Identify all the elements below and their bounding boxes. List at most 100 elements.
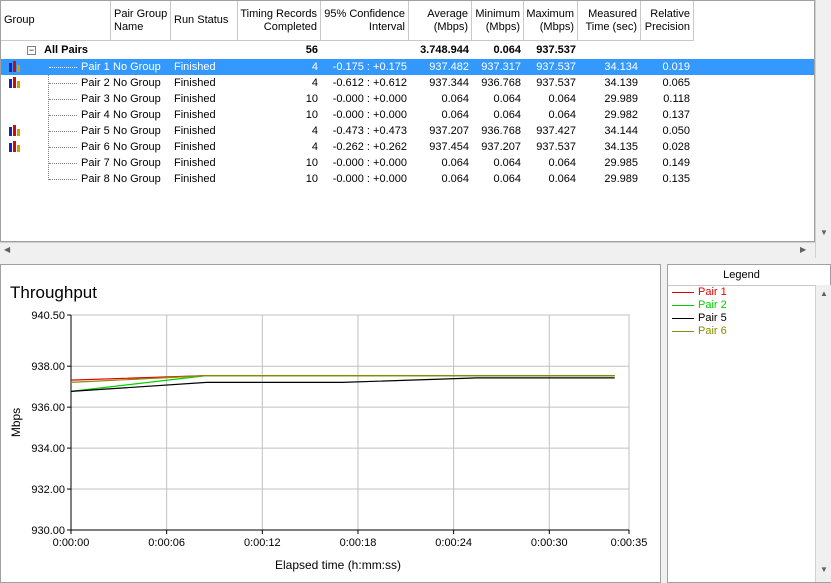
column-header-text: Relative — [650, 7, 690, 20]
cell-measured: 34.139 — [604, 77, 638, 89]
cell-pair: Pair 5 — [81, 125, 110, 137]
cell-pair: Pair 6 — [81, 141, 110, 153]
scroll-up-icon[interactable]: ▲ — [820, 289, 828, 298]
scroll-down-icon[interactable]: ▼ — [820, 565, 828, 574]
scroll-left-icon[interactable]: ◀ — [4, 245, 10, 254]
cell-maximum: 0.064 — [548, 157, 576, 169]
chart-title: Throughput — [10, 283, 97, 302]
results-horizontal-scrollbar[interactable]: ◀ ▶ — [0, 242, 815, 258]
all-pairs-row[interactable]: − All Pairs 56 3.748.944 0.064 937.537 — [1, 42, 814, 58]
chart-bar-icon — [9, 125, 21, 136]
cell-status: Finished — [174, 61, 216, 73]
column-header-pair_group[interactable]: Pair Group Name — [111, 1, 171, 41]
scroll-down-icon[interactable]: ▼ — [820, 228, 828, 237]
column-header-run_status[interactable]: Run Status — [171, 1, 238, 41]
cell-pair: Pair 3 — [81, 93, 110, 105]
results-vertical-scrollbar[interactable]: ▼ — [815, 0, 831, 258]
legend-item: Pair 1 — [672, 286, 727, 299]
y-tick-label: 934.00 — [31, 443, 65, 455]
column-header-text: Measured — [588, 7, 637, 20]
legend-label: Pair 6 — [698, 325, 727, 337]
cell-average: 0.064 — [441, 173, 469, 185]
column-header-precision[interactable]: Relative Precision — [641, 1, 694, 41]
cell-pair: Pair 7 — [81, 157, 110, 169]
column-header-text: (Mbps) — [485, 20, 520, 33]
cell-confidence: -0.000 : +0.000 — [332, 173, 407, 185]
y-tick-label: 936.00 — [31, 402, 65, 414]
column-header-text: (Mbps) — [539, 20, 574, 33]
cell-confidence: -0.000 : +0.000 — [332, 157, 407, 169]
cell-maximum: 0.064 — [548, 173, 576, 185]
pair-row[interactable]: Pair 2 No Group Finished 4 -0.612 : +0.612 93… — [1, 75, 814, 91]
column-header-timing[interactable]: Timing Records Completed — [238, 1, 321, 41]
tree-connector — [49, 147, 77, 148]
pair-row[interactable]: Pair 1 No Group Finished 4 -0.175 : +0.175 93… — [1, 59, 814, 75]
column-header-text: Timing Records — [240, 7, 317, 20]
tree-connector — [49, 163, 77, 164]
column-header-maximum[interactable]: Maximum (Mbps) — [524, 1, 578, 41]
x-tick-label: 0:00:18 — [340, 537, 377, 549]
cell-status: Finished — [174, 109, 216, 121]
scroll-right-icon[interactable]: ▶ — [800, 245, 806, 254]
chart-bar-icon — [9, 77, 21, 88]
pair-row[interactable]: Pair 7 No Group Finished 10 -0.000 : +0.000 0… — [1, 155, 814, 171]
legend-scrollbar[interactable]: ▲ ▼ — [815, 285, 831, 582]
cell-status: Finished — [174, 93, 216, 105]
cell-timing: 10 — [305, 109, 318, 121]
cell-status: Finished — [174, 173, 216, 185]
cell-timing: 4 — [311, 61, 318, 73]
column-header-confidence[interactable]: 95% Confidence Interval — [321, 1, 409, 41]
x-tick-label: 0:00:24 — [435, 537, 472, 549]
y-tick-label: 932.00 — [31, 484, 65, 496]
cell-minimum: 936.768 — [481, 77, 521, 89]
cell-status: Finished — [174, 77, 216, 89]
pair-row[interactable]: Pair 4 No Group Finished 10 -0.000 : +0.000 0… — [1, 107, 814, 123]
cell-maximum: 0.064 — [548, 109, 576, 121]
column-header-average[interactable]: Average (Mbps) — [409, 1, 472, 41]
column-header-group[interactable]: Group — [1, 1, 111, 41]
legend-item: Pair 2 — [672, 299, 727, 312]
cell-minimum: 937.207 — [481, 141, 521, 153]
legend-item: Pair 5 — [672, 312, 727, 325]
column-header-text: Interval — [368, 20, 405, 33]
column-header-text: Minimum — [475, 7, 520, 20]
cell-average: 937.482 — [429, 61, 469, 73]
cell-timing: 4 — [311, 141, 318, 153]
all-pairs-minimum: 0.064 — [493, 44, 521, 56]
legend-label: Pair 5 — [698, 312, 727, 324]
cell-precision: 0.137 — [662, 109, 690, 121]
legend-swatch — [672, 317, 694, 319]
cell-precision: 0.050 — [662, 125, 690, 137]
column-header-minimum[interactable]: Minimum (Mbps) — [472, 1, 524, 41]
cell-group: No Group — [113, 93, 161, 105]
cell-precision: 0.149 — [662, 157, 690, 169]
pair-row[interactable]: Pair 6 No Group Finished 4 -0.262 : +0.262 93… — [1, 139, 814, 155]
legend-item: Pair 6 — [672, 325, 727, 338]
column-header-measured[interactable]: Measured Time (sec) — [578, 1, 641, 41]
cell-minimum: 0.064 — [493, 157, 521, 169]
plot-area — [70, 314, 630, 531]
chart-bar-icon — [9, 61, 21, 72]
tree-connector — [49, 131, 77, 132]
cell-precision: 0.019 — [662, 61, 690, 73]
cell-pair: Pair 4 — [81, 109, 110, 121]
cell-group: No Group — [113, 157, 161, 169]
all-pairs-label: All Pairs — [44, 44, 89, 56]
pair-row[interactable]: Pair 8 No Group Finished 10 -0.000 : +0.000 0… — [1, 171, 814, 187]
y-tick-label: 940.50 — [31, 310, 65, 322]
cell-maximum: 937.537 — [536, 77, 576, 89]
column-header-text: Pair Group — [114, 7, 168, 20]
legend-swatch — [672, 330, 694, 332]
x-tick-label: 0:00:06 — [148, 537, 185, 549]
cell-group: No Group — [113, 173, 161, 185]
pair-row[interactable]: Pair 5 No Group Finished 4 -0.473 : +0.473 93… — [1, 123, 814, 139]
tree-connector — [49, 99, 77, 100]
cell-maximum: 937.537 — [536, 141, 576, 153]
legend-swatch — [672, 291, 694, 293]
x-axis-label: Elapsed time (h:mm:ss) — [275, 558, 401, 572]
pair-row[interactable]: Pair 3 No Group Finished 10 -0.000 : +0.000 0… — [1, 91, 814, 107]
cell-precision: 0.065 — [662, 77, 690, 89]
cell-group: No Group — [113, 125, 161, 137]
collapse-icon[interactable]: − — [27, 46, 36, 55]
chart-bar-icon — [9, 141, 21, 152]
